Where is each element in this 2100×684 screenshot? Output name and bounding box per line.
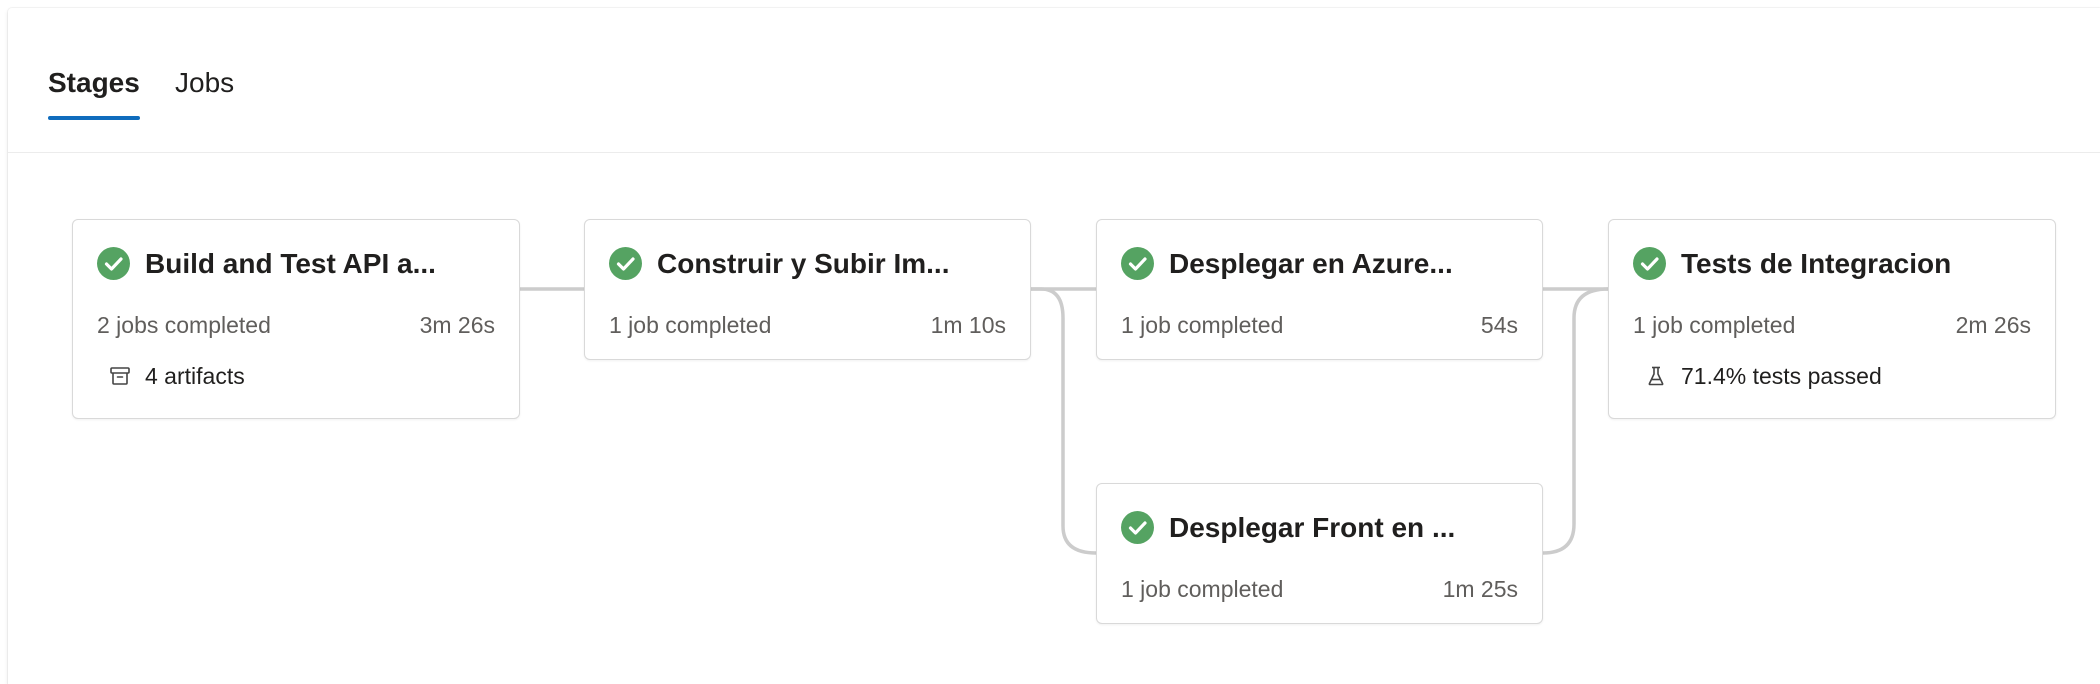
- stage-duration: 3m 26s: [419, 312, 495, 338]
- stage-title: Tests de Integracion: [1681, 248, 1952, 279]
- stage-title: Desplegar Front en ...: [1169, 512, 1456, 543]
- tab-stages-label: Stages: [48, 67, 140, 98]
- stage-card-front[interactable]: Desplegar Front en ... 1 job completed 1…: [1096, 483, 1543, 624]
- stage-card-azure[interactable]: Desplegar en Azure... 1 job completed 54…: [1096, 219, 1543, 360]
- stage-card-build[interactable]: Build and Test API a... 2 jobs completed…: [72, 219, 520, 419]
- check-circle-icon: [1633, 247, 1666, 280]
- tab-stages[interactable]: Stages: [48, 66, 140, 120]
- stage-duration: 54s: [1480, 312, 1518, 338]
- stage-duration: 1m 25s: [1442, 576, 1518, 602]
- flask-icon: [1645, 365, 1667, 387]
- stage-duration: 2m 26s: [1955, 312, 2031, 338]
- check-circle-icon: [1121, 511, 1154, 544]
- stage-jobs-status: 2 jobs completed: [97, 312, 271, 338]
- check-circle-icon: [1121, 247, 1154, 280]
- stage-card-construir[interactable]: Construir y Subir Im... 1 job completed …: [584, 219, 1031, 360]
- stage-duration: 1m 10s: [930, 312, 1006, 338]
- stage-artifacts-link[interactable]: 4 artifacts: [109, 361, 245, 391]
- connector-construir-to-front: [1029, 287, 1098, 555]
- connector-front-to-tests: [1541, 287, 1610, 555]
- stage-tests-link[interactable]: 71.4% tests passed: [1645, 361, 1882, 391]
- stage-title: Construir y Subir Im...: [657, 248, 950, 279]
- stage-jobs-status: 1 job completed: [1121, 312, 1284, 338]
- stage-jobs-status: 1 job completed: [609, 312, 772, 338]
- stage-jobs-status: 1 job completed: [1633, 312, 1796, 338]
- stage-card-tests[interactable]: Tests de Integracion 1 job completed 2m …: [1608, 219, 2056, 419]
- tab-selected-indicator: [48, 116, 140, 120]
- stage-artifacts-text: 4 artifacts: [145, 362, 245, 389]
- stage-title: Build and Test API a...: [145, 248, 436, 279]
- tab-jobs[interactable]: Jobs: [175, 66, 234, 100]
- stage-title: Desplegar en Azure...: [1169, 248, 1453, 279]
- tab-jobs-label: Jobs: [175, 67, 235, 98]
- tab-bar: Stages Jobs: [8, 8, 2100, 153]
- check-circle-icon: [97, 247, 130, 280]
- check-circle-icon: [609, 247, 642, 280]
- artifact-icon: [109, 365, 131, 387]
- stage-tests-text: 71.4% tests passed: [1681, 362, 1882, 389]
- stage-jobs-status: 1 job completed: [1121, 576, 1284, 602]
- pipeline-panel: Stages Jobs Build and Test API a... 2 jo…: [8, 8, 2100, 684]
